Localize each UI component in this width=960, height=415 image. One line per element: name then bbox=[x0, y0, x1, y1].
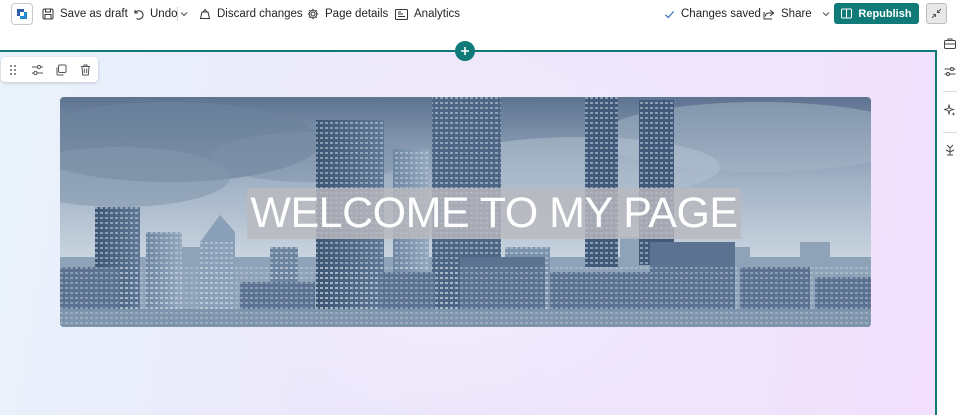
save-as-draft-button[interactable]: Save as draft bbox=[42, 4, 128, 24]
checkmark-icon bbox=[665, 10, 674, 18]
collapse-button[interactable] bbox=[926, 3, 947, 24]
page-details-button[interactable]: Page details bbox=[307, 4, 388, 24]
changes-saved-label: Changes saved bbox=[681, 8, 761, 20]
analytics-icon bbox=[395, 8, 408, 20]
design-ideas-icon[interactable] bbox=[943, 103, 957, 117]
delete-icon[interactable] bbox=[73, 57, 97, 82]
page-details-label: Page details bbox=[325, 8, 389, 20]
save-icon bbox=[42, 8, 54, 20]
hero-web-part[interactable]: WELCOME TO MY PAGE bbox=[60, 97, 871, 327]
toolbox-icon[interactable] bbox=[943, 36, 957, 50]
section-toolbar bbox=[1, 57, 98, 82]
share-icon bbox=[763, 9, 775, 20]
share-button[interactable]: Share bbox=[763, 4, 830, 24]
discard-icon bbox=[199, 8, 211, 19]
undo-icon bbox=[134, 10, 144, 20]
rail-divider bbox=[943, 132, 957, 133]
right-rail bbox=[937, 30, 960, 415]
plus-icon bbox=[461, 47, 469, 55]
changes-saved-status: Changes saved bbox=[664, 4, 761, 24]
pages-icon[interactable] bbox=[943, 143, 957, 157]
analytics-label: Analytics bbox=[414, 8, 461, 20]
add-section-button[interactable] bbox=[455, 41, 475, 61]
sharepoint-logo-icon[interactable] bbox=[11, 3, 33, 25]
share-label: Share bbox=[781, 8, 812, 20]
discard-changes-button[interactable]: Discard changes bbox=[199, 4, 303, 24]
undo-dropdown-button[interactable] bbox=[180, 4, 188, 24]
discard-changes-label: Discard changes bbox=[217, 8, 303, 20]
undo-separator bbox=[177, 7, 178, 21]
rail-divider bbox=[943, 91, 957, 92]
gear-icon bbox=[307, 8, 319, 20]
republish-label: Republish bbox=[858, 7, 912, 20]
collapse-icon bbox=[931, 8, 942, 19]
chevron-down-icon bbox=[180, 12, 188, 17]
command-bar: Save as draft Undo Discard changes Page … bbox=[0, 0, 960, 30]
book-icon bbox=[841, 8, 853, 19]
properties-icon[interactable] bbox=[943, 64, 957, 78]
analytics-button[interactable]: Analytics bbox=[395, 4, 460, 24]
duplicate-icon[interactable] bbox=[49, 57, 73, 82]
save-as-draft-label: Save as draft bbox=[60, 8, 128, 20]
chevron-down-icon bbox=[822, 12, 830, 17]
republish-button[interactable]: Republish bbox=[834, 3, 919, 24]
undo-label: Undo bbox=[150, 8, 178, 20]
drag-handle-icon[interactable] bbox=[1, 57, 25, 82]
section-settings-icon[interactable] bbox=[25, 57, 49, 82]
hero-title[interactable]: WELCOME TO MY PAGE bbox=[247, 188, 741, 239]
undo-button[interactable]: Undo bbox=[132, 4, 178, 24]
